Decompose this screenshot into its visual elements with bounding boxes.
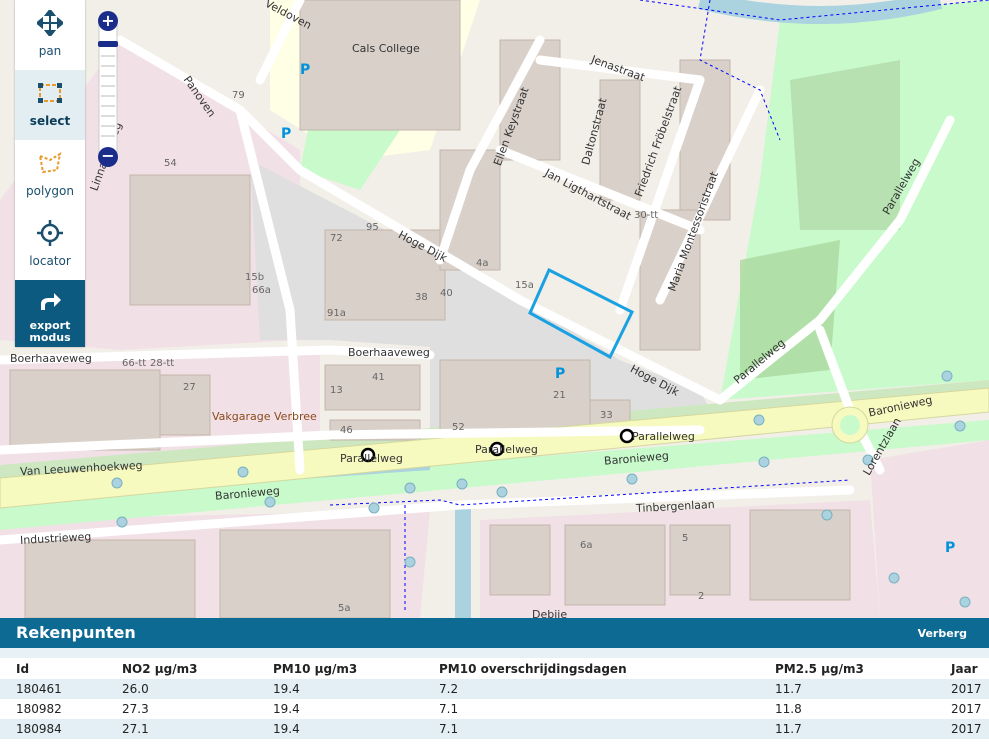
cell-year: 2017	[951, 702, 982, 716]
house-number: 38	[415, 292, 428, 303]
tool-bar: pan select polygon locator export modus	[15, 0, 85, 347]
place-label: Cals College	[352, 42, 420, 55]
place-label: Vakgarage Verbree	[212, 410, 317, 423]
column-header[interactable]: Jaar	[935, 659, 989, 679]
svg-text:P: P	[555, 366, 565, 382]
cell-id: 180984	[16, 722, 62, 736]
locator-tool-label: locator	[29, 254, 71, 268]
cell-id: 180461	[16, 682, 62, 696]
map-canvas[interactable]: P P P P	[0, 0, 989, 618]
polygon-tool[interactable]: polygon	[15, 140, 85, 210]
zoom-control: + −	[97, 11, 119, 167]
column-header[interactable]: PM10 µg/m3	[257, 659, 423, 679]
pan-tool-label: pan	[38, 44, 62, 58]
house-number: 52	[452, 422, 465, 433]
house-number: 4a	[476, 258, 489, 269]
street-label: Boerhaaveweg	[348, 346, 430, 359]
street-label: Parallelweg	[475, 443, 538, 456]
table-header-row: Id NO2 µg/m3 PM10 µg/m3 PM10 overschrijd…	[0, 659, 989, 679]
street-label: Parallelweg	[340, 452, 403, 465]
select-tool-label: select	[29, 114, 71, 128]
share-arrow-icon	[41, 293, 61, 310]
column-header[interactable]: Id	[0, 659, 106, 679]
cell-pm10: 19.4	[273, 702, 300, 716]
house-number: 66-tt	[122, 358, 147, 369]
house-number: 5a	[338, 603, 351, 614]
house-number: 79	[232, 90, 245, 101]
rectangle-select-icon	[38, 83, 62, 103]
house-number: 66a	[252, 285, 271, 296]
export-mode-button[interactable]: export modus	[15, 280, 85, 347]
svg-text:P: P	[300, 62, 310, 78]
rekenpunten-panel: Rekenpunten Verberg Id NO2 µg/m3 PM10 µg…	[0, 618, 989, 744]
svg-text:P: P	[281, 126, 291, 142]
map-view[interactable]: PPPP Veldoven Panoven Boerhaaveweg Boerh…	[0, 0, 989, 618]
house-number: 2	[698, 591, 705, 602]
move-arrows-icon	[37, 10, 63, 36]
cell-pm10-days: 7.1	[439, 702, 459, 716]
cell-no2: 27.1	[122, 722, 149, 736]
street-label: Debije	[532, 608, 568, 618]
table-row[interactable]: 180982 27.3 19.4 7.1 11.8 2017	[0, 699, 989, 719]
cell-pm10-days: 7.2	[439, 682, 459, 696]
house-number: 5	[682, 533, 689, 544]
house-number: 33	[600, 410, 613, 421]
cell-no2: 27.3	[122, 702, 149, 716]
panel-divider	[0, 648, 989, 658]
house-number: 91a	[327, 308, 346, 319]
cell-pm10: 19.4	[273, 682, 300, 696]
panel-title: Rekenpunten	[16, 623, 136, 642]
pan-tool[interactable]: pan	[15, 0, 85, 70]
house-number: 46	[340, 425, 353, 436]
panel-header: Rekenpunten Verberg	[0, 618, 989, 648]
cell-pm10-days: 7.1	[439, 722, 459, 736]
street-label: Boerhaaveweg	[10, 352, 92, 365]
house-number: 40	[440, 288, 453, 299]
cell-id: 180982	[16, 702, 62, 716]
house-number: 41	[372, 372, 385, 383]
house-number: 30-tt	[634, 210, 659, 221]
column-header[interactable]: NO2 µg/m3	[106, 659, 257, 679]
house-number: 72	[330, 233, 343, 244]
column-header[interactable]: PM2.5 µg/m3	[759, 659, 935, 679]
house-number: 15a	[515, 280, 534, 291]
house-number: 13	[330, 385, 343, 396]
house-number: 6a	[580, 540, 593, 551]
export-mode-label: export modus	[29, 319, 71, 344]
zoom-out-button[interactable]: −	[98, 147, 118, 167]
cell-pm25: 11.7	[775, 682, 802, 696]
house-number: 54	[164, 158, 177, 169]
house-number: 28-tt	[150, 358, 175, 369]
polygon-tool-label: polygon	[26, 184, 74, 198]
svg-text:P: P	[945, 540, 955, 556]
select-tool[interactable]: select	[15, 70, 85, 140]
column-header[interactable]: PM10 overschrijdingsdagen	[423, 659, 759, 679]
cell-pm25: 11.8	[775, 702, 802, 716]
results-table: Id NO2 µg/m3 PM10 µg/m3 PM10 overschrijd…	[0, 659, 989, 739]
hide-panel-link[interactable]: Verberg	[918, 627, 967, 640]
cell-year: 2017	[951, 722, 982, 736]
zoom-in-button[interactable]: +	[98, 11, 118, 31]
house-number: 15b	[245, 272, 265, 283]
cell-year: 2017	[951, 682, 982, 696]
cell-no2: 26.0	[122, 682, 149, 696]
table-row[interactable]: 180461 26.0 19.4 7.2 11.7 2017	[0, 679, 989, 699]
house-number: 27	[183, 382, 196, 393]
table-row[interactable]: 180984 27.1 19.4 7.1 11.7 2017	[0, 719, 989, 739]
street-label: Parallelweg	[632, 430, 695, 443]
crosshair-icon	[37, 220, 63, 246]
cell-pm25: 11.7	[775, 722, 802, 736]
house-number: 21	[553, 390, 566, 401]
cell-pm10: 19.4	[273, 722, 300, 736]
house-number: 95	[366, 222, 379, 233]
locator-tool[interactable]: locator	[15, 210, 85, 280]
polygon-icon	[38, 151, 62, 174]
